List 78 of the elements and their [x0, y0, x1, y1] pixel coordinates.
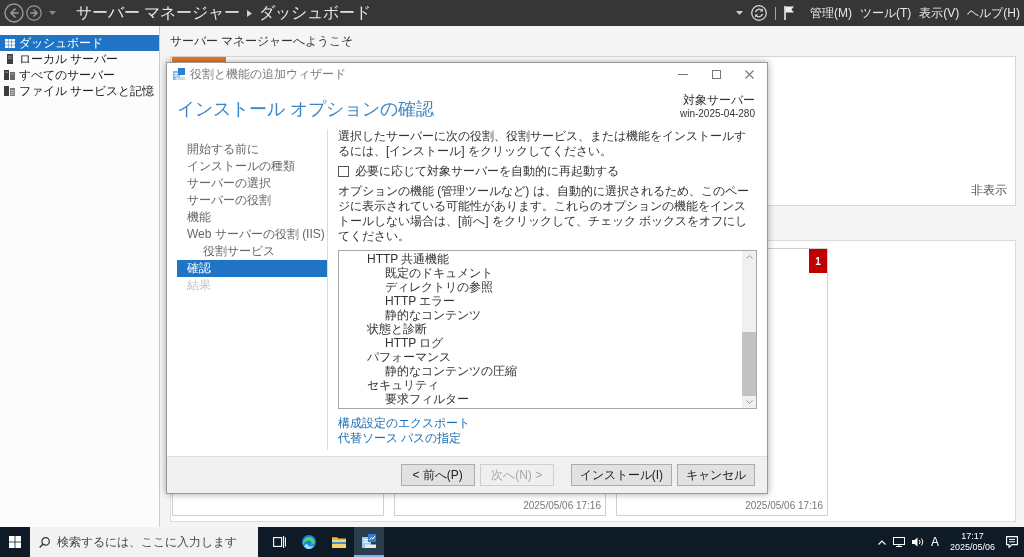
search-field[interactable]: 検索するには、ここに入力します [30, 527, 258, 557]
close-icon[interactable] [745, 69, 754, 79]
clock-time[interactable]: 17:17 [961, 531, 984, 542]
sidebar-item[interactable]: すべてのサーバー [0, 67, 159, 83]
alert-count-badge: 1 [809, 249, 827, 273]
caret-icon[interactable] [49, 11, 56, 15]
page-heading: サーバー マネージャーへようこそ [170, 34, 355, 49]
breadcrumb-item[interactable]: サーバー マネージャー [76, 3, 241, 23]
feature-entry: ディレクトリの参照 [384, 280, 494, 294]
server-icon [6, 54, 13, 64]
timestamp: 2025/05/06 17:16 [744, 500, 824, 513]
hide-link[interactable]: 非表示 [971, 182, 1007, 199]
feature-entry: 既定のドキュメント [384, 266, 494, 280]
caret-icon[interactable] [736, 11, 743, 15]
feature-entry: 要求フィルター [384, 392, 470, 406]
checkbox[interactable] [338, 166, 349, 177]
breadcrumb-separator-icon [247, 9, 253, 17]
feature-entry: HTTP 共通機能 [366, 252, 451, 266]
wizard-step[interactable]: 開始する前に [177, 141, 327, 158]
sidebar-item[interactable]: ファイル サービスと記憶 [0, 83, 159, 99]
taskbar-button[interactable] [354, 527, 384, 557]
chevron-up-icon[interactable] [877, 539, 886, 545]
feature-entry: HTTP エラー [384, 294, 457, 308]
text-link[interactable]: 構成設定のエクスポート [338, 416, 470, 431]
feature-entry: セキュリティ [366, 378, 440, 392]
sidebar-item[interactable]: ダッシュボード [0, 35, 159, 51]
wizard-step[interactable]: サーバーの役割 [177, 192, 327, 209]
wizard-step[interactable]: 機能 [177, 209, 327, 226]
menu-item[interactable]: ツール(T) [860, 4, 912, 22]
dialog-heading: インストール オプションの確認 [177, 98, 434, 121]
wizard-step[interactable]: インストールの種類 [177, 158, 327, 175]
feature-entry: HTTP ログ [384, 336, 445, 350]
task-view-icon [272, 536, 286, 548]
menu-item[interactable]: 表示(V) [919, 4, 960, 22]
maximize-icon[interactable] [712, 69, 721, 79]
instruction-text: 選択したサーバーに次の役割、役割サービス、または機能をインストールするには、[インストール] をクリックしてください。 [338, 129, 747, 159]
menu-item[interactable]: 管理(M) [810, 4, 852, 22]
wizard-step[interactable]: サーバーの選択 [177, 175, 327, 192]
feature-entry: 状態と診断 [366, 322, 428, 336]
storage-icon [4, 86, 15, 96]
target-label: 対象サーバー [683, 93, 755, 108]
folder-icon [332, 536, 346, 548]
refresh-icon[interactable] [751, 5, 767, 21]
wizard-step[interactable]: Web サーバーの役割 (IIS) [177, 226, 327, 243]
menu-item[interactable]: ヘルプ(H) [967, 4, 1020, 22]
dialog-button[interactable]: キャンセル [677, 464, 755, 486]
servers-icon [4, 70, 15, 80]
clock-date[interactable]: 2025/05/06 [949, 542, 995, 553]
search-icon [39, 537, 50, 548]
dialog-title: 役割と機能の追加ウィザード [190, 65, 346, 83]
dialog-button[interactable]: インストール(I) [570, 464, 672, 486]
wizard-step[interactable]: 確認 [177, 260, 327, 277]
browser-icon [302, 535, 316, 549]
scrollbar-thumb[interactable] [742, 332, 756, 396]
minimize-icon[interactable] [678, 73, 688, 75]
sidebar-item[interactable]: ローカル サーバー [0, 51, 159, 67]
feature-entry: 静的なコンテンツの圧縮 [384, 364, 518, 378]
note-text: オプションの機能 (管理ツールなど) は、自動的に選択されるため、このページに表示されている可能性があります。これらのオプションの機能をインストールしない場合は、[前へ] をクリックして、チェック ボックスをオフにしてください。 [338, 184, 750, 244]
notification-icon[interactable] [1006, 536, 1018, 548]
back-icon[interactable] [4, 3, 24, 23]
text-link[interactable]: 代替ソース パスの指定 [338, 431, 462, 446]
server-icon [362, 534, 376, 548]
forward-icon[interactable] [26, 5, 42, 21]
grid-icon [4, 38, 15, 48]
target-server: win-2025-04-280 [679, 108, 755, 120]
server-icon [173, 68, 185, 80]
breadcrumb-item[interactable]: ダッシュボード [259, 3, 372, 23]
speaker-icon[interactable] [911, 537, 924, 547]
feature-entry: パフォーマンス [366, 350, 452, 364]
dialog-button[interactable]: < 前へ(P) [400, 464, 475, 486]
start-icon[interactable] [9, 536, 21, 548]
ime-indicator[interactable]: A [930, 535, 939, 549]
wizard-step[interactable]: 役割サービス [177, 243, 327, 260]
flag-icon[interactable] [784, 6, 794, 20]
checkbox-label[interactable]: 必要に応じて対象サーバーを自動的に再起動する [355, 163, 619, 180]
timestamp: 2025/05/06 17:16 [522, 500, 602, 513]
network-icon[interactable] [892, 537, 905, 547]
feature-entry: 静的なコンテンツ [384, 308, 482, 322]
